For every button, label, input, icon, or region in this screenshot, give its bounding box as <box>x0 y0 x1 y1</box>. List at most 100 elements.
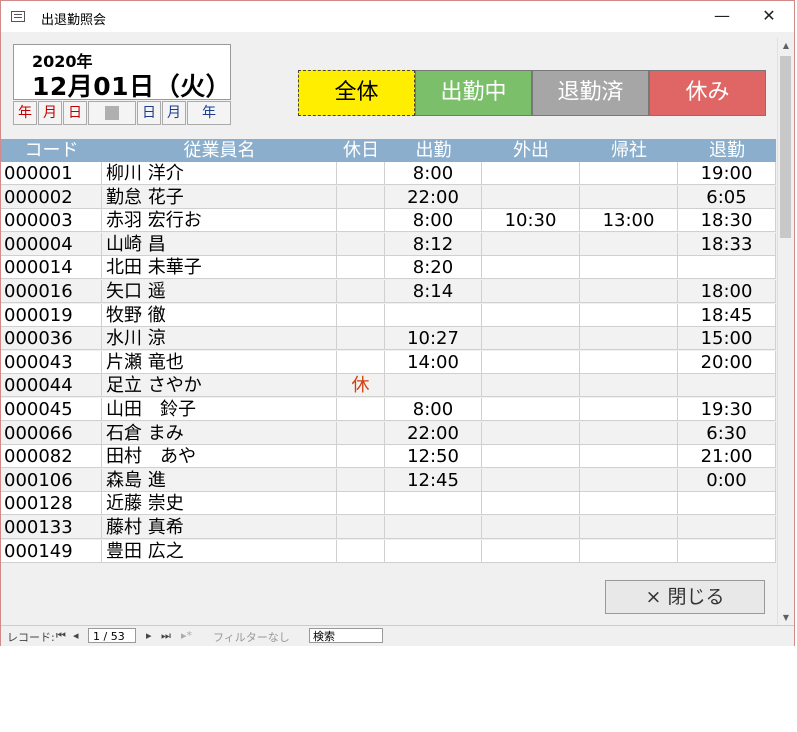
table-row[interactable]: 000014 北田 未華子 8:20 <box>1 256 776 280</box>
record-label: レコード: <box>7 631 55 644</box>
table-row[interactable]: 000004 山崎 昌 8:12 18:33 <box>1 232 776 256</box>
scroll-down-icon[interactable]: ▼ <box>778 610 794 626</box>
cell-holiday <box>337 350 385 374</box>
cell-back <box>580 374 678 398</box>
last-record-icon[interactable]: ⏭ <box>161 629 171 643</box>
cell-leave: 18:00 <box>678 280 776 303</box>
date-display: 2020年 12月01日（火） <box>13 44 231 101</box>
next-record-icon[interactable]: ▸ <box>146 629 152 642</box>
filter-left-button[interactable]: 退勤済 <box>532 70 649 116</box>
cell-holiday: 休 <box>337 374 385 398</box>
cell-in: 8:00 <box>385 162 482 185</box>
cell-back <box>580 492 678 516</box>
close-form-button[interactable]: × 閉じる <box>605 580 765 614</box>
today-button[interactable] <box>88 101 136 125</box>
minimize-button[interactable]: — <box>711 6 733 26</box>
cell-in <box>385 374 482 398</box>
cell-holiday <box>337 209 385 233</box>
cell-in: 22:00 <box>385 421 482 445</box>
table-row[interactable]: 000019 牧野 徹 18:45 <box>1 303 776 327</box>
cell-in: 10:27 <box>385 327 482 351</box>
cell-leave: 19:30 <box>678 398 776 421</box>
cell-in: 22:00 <box>385 185 482 209</box>
cell-name: 片瀬 竜也 <box>102 350 337 374</box>
new-record-icon[interactable]: ▸* <box>181 629 192 642</box>
table-row[interactable]: 000128 近藤 崇史 <box>1 492 776 516</box>
table-row[interactable]: 000036 水川 涼 10:27 15:00 <box>1 327 776 351</box>
cell-out <box>482 445 580 469</box>
table-row[interactable]: 000044 足立 さやか休 <box>1 374 776 398</box>
cell-leave: 18:45 <box>678 303 776 327</box>
table-row[interactable]: 000106 森島 進 12:45 0:00 <box>1 468 776 492</box>
next-day-button[interactable]: 日 <box>137 101 161 125</box>
cell-holiday <box>337 539 385 563</box>
record-number-input[interactable]: 1 / 53 <box>88 628 136 643</box>
cell-name: 柳川 洋介 <box>102 162 337 185</box>
cell-out <box>482 256 580 280</box>
cell-out <box>482 185 580 209</box>
cell-code: 000002 <box>1 185 102 209</box>
cell-back <box>580 303 678 327</box>
cell-out <box>482 327 580 351</box>
next-month-button[interactable]: 月 <box>162 101 186 125</box>
cell-name: 近藤 崇史 <box>102 492 337 516</box>
cell-code: 000149 <box>1 539 102 563</box>
cell-code: 000036 <box>1 327 102 351</box>
next-year-button[interactable]: 年 <box>187 101 231 125</box>
cell-back <box>580 232 678 256</box>
cell-back <box>580 421 678 445</box>
table-row[interactable]: 000149 豊田 広之 <box>1 539 776 563</box>
cell-out <box>482 492 580 516</box>
cell-in: 8:00 <box>385 209 482 233</box>
vertical-scrollbar[interactable]: ▲ ▼ <box>777 38 794 626</box>
table-row[interactable]: 000133 藤村 真希 <box>1 516 776 539</box>
cell-in: 8:14 <box>385 280 482 303</box>
cell-name: 山田 鈴子 <box>102 398 337 421</box>
cell-code: 000004 <box>1 232 102 256</box>
filter-working-button[interactable]: 出勤中 <box>415 70 532 116</box>
table-row[interactable]: 000043 片瀬 竜也 14:00 20:00 <box>1 350 776 374</box>
cell-code: 000019 <box>1 303 102 327</box>
cell-back: 13:00 <box>580 209 678 233</box>
cell-in <box>385 539 482 563</box>
search-input[interactable]: 検索 <box>309 628 383 643</box>
table-row[interactable]: 000082 田村 あや 12:50 21:00 <box>1 445 776 469</box>
cell-code: 000016 <box>1 280 102 303</box>
cell-in: 8:12 <box>385 232 482 256</box>
prev-record-icon[interactable]: ◂ <box>73 629 79 642</box>
cell-holiday <box>337 303 385 327</box>
cell-holiday <box>337 185 385 209</box>
cell-name: 豊田 広之 <box>102 539 337 563</box>
cell-out <box>482 421 580 445</box>
table-row[interactable]: 000002 勤怠 花子 22:00 6:05 <box>1 185 776 209</box>
cell-back <box>580 327 678 351</box>
cell-out <box>482 350 580 374</box>
form-icon <box>11 11 25 22</box>
cell-out: 10:30 <box>482 209 580 233</box>
cell-name: 石倉 まみ <box>102 421 337 445</box>
cell-back <box>580 162 678 185</box>
cell-in: 8:00 <box>385 398 482 421</box>
table-row[interactable]: 000066 石倉 まみ 22:00 6:30 <box>1 421 776 445</box>
prev-day-button[interactable]: 日 <box>63 101 87 125</box>
header-leave: 退勤 <box>709 140 745 161</box>
table-row[interactable]: 000001 柳川 洋介 8:00 19:00 <box>1 162 776 185</box>
cell-out <box>482 398 580 421</box>
cell-code: 000014 <box>1 256 102 280</box>
cell-in: 14:00 <box>385 350 482 374</box>
table-row[interactable]: 000003 赤羽 宏行お 8:00 10:30 13:00 18:30 <box>1 209 776 233</box>
prev-month-button[interactable]: 月 <box>38 101 62 125</box>
table-row[interactable]: 000045 山田 鈴子 8:00 19:30 <box>1 398 776 421</box>
scroll-thumb[interactable] <box>780 56 791 238</box>
filter-off-button[interactable]: 休み <box>649 70 766 116</box>
filter-all-button[interactable]: 全体 <box>298 70 415 116</box>
cell-name: 水川 涼 <box>102 327 337 351</box>
scroll-up-icon[interactable]: ▲ <box>778 38 794 54</box>
prev-year-button[interactable]: 年 <box>13 101 37 125</box>
filter-status[interactable]: フィルターなし <box>213 629 290 645</box>
cell-leave <box>678 374 776 398</box>
table-row[interactable]: 000016 矢口 遥 8:14 18:00 <box>1 280 776 303</box>
cell-name: 勤怠 花子 <box>102 185 337 209</box>
first-record-icon[interactable]: ⏮ <box>56 629 66 643</box>
close-window-button[interactable]: ✕ <box>758 6 780 26</box>
